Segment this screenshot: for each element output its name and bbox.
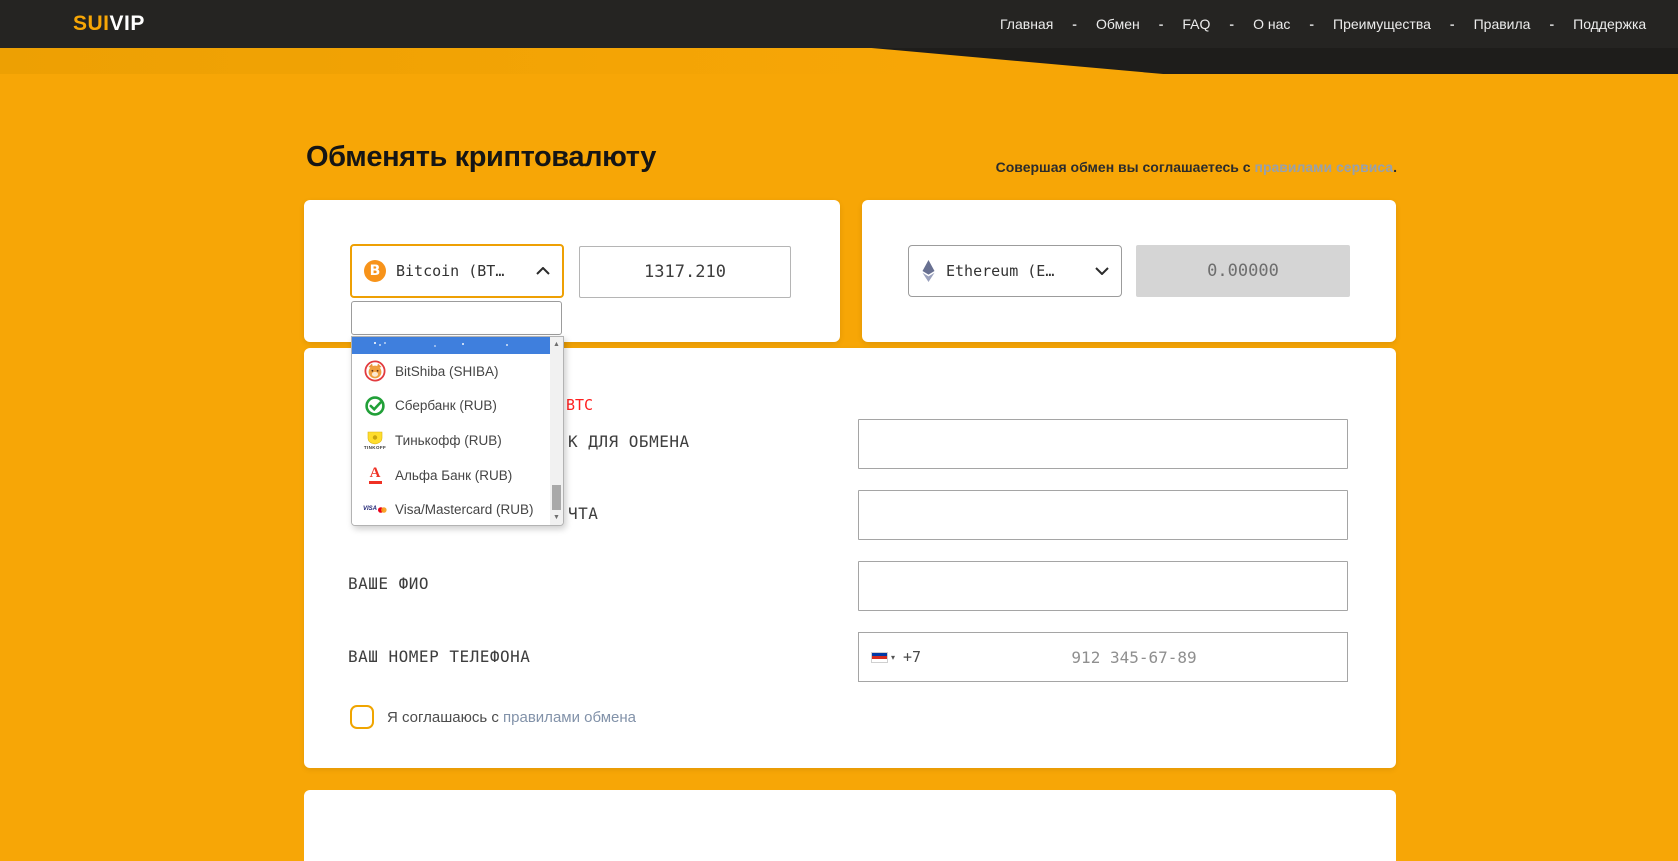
fullname-label: ВАШЕ ФИО — [348, 574, 430, 593]
nav-separator: - — [1549, 16, 1555, 32]
main-nav: Главная - Обмен - FAQ - О нас - Преимуще… — [1000, 0, 1646, 48]
logo-part-orange: SUI — [73, 12, 110, 35]
nav-separator: - — [1449, 16, 1455, 32]
wallet-label-fragment: К ДЛЯ ОБМЕНА — [568, 432, 690, 451]
to-currency-select[interactable]: Ethereum (E… — [908, 245, 1122, 297]
currency-option-label: Альфа Банк (RUB) — [395, 467, 513, 483]
country-selector[interactable]: ▾ — [871, 651, 896, 663]
email-label-fragment: ЧТА — [568, 504, 599, 523]
exchange-to-card: Ethereum (E… — [862, 200, 1396, 342]
nav-item-exchange[interactable]: Обмен — [1096, 16, 1140, 32]
email-input[interactable] — [858, 490, 1348, 540]
nav-item-rules[interactable]: Правила — [1474, 16, 1531, 32]
bitshiba-icon — [363, 358, 387, 384]
scrollbar-thumb[interactable] — [552, 485, 561, 510]
nav-item-support[interactable]: Поддержка — [1573, 16, 1646, 32]
scrollbar-down-icon[interactable]: ▼ — [550, 510, 563, 525]
nav-separator: - — [1229, 16, 1235, 32]
page-title: Обменять криптовалюту — [306, 141, 656, 173]
currency-option-visa-mastercard[interactable]: VISA Visa/Mastercard (RUB) — [352, 492, 550, 525]
service-rules-note: Совершая обмен вы соглашаетесь с правила… — [900, 159, 1397, 175]
phone-input[interactable] — [921, 633, 1347, 681]
currency-option-sberbank[interactable]: Сбербанк (RUB) — [352, 388, 550, 424]
from-currency-label: Bitcoin (BT… — [396, 262, 505, 280]
service-rules-text: Совершая обмен вы соглашаетесь с — [995, 159, 1255, 175]
to-amount-output — [1136, 245, 1350, 297]
tinkoff-icon-caption: TINKOFF — [363, 444, 387, 450]
tinkoff-icon: TINKOFF — [363, 427, 387, 453]
nav-separator: - — [1158, 16, 1164, 32]
nav-item-advantages[interactable]: Преимущества — [1333, 16, 1431, 32]
agree-checkbox-label: Я соглашаюсь с правилами обмена — [387, 709, 636, 726]
scrollbar-up-icon[interactable]: ▲ — [550, 337, 563, 352]
from-currency-select[interactable]: B Bitcoin (BT… — [350, 244, 564, 298]
currency-option-rows: BitShiba (SHIBA) Сбербанк (RUB) TINKOFF … — [352, 337, 550, 525]
agree-text: Я соглашаюсь с — [387, 708, 504, 726]
service-rules-period: . — [1393, 159, 1397, 175]
bitcoin-icon: B — [364, 260, 386, 282]
site-logo[interactable]: SUIVIP — [73, 12, 145, 36]
nav-item-faq[interactable]: FAQ — [1182, 16, 1210, 32]
to-currency-label: Ethereum (E… — [946, 262, 1055, 280]
agree-checkbox-row: Я соглашаюсь с правилами обмена — [350, 705, 636, 729]
currency-option-alfabank[interactable]: A Альфа Банк (RUB) — [352, 457, 550, 493]
nav-separator: - — [1309, 16, 1315, 32]
visa-mastercard-icon: VISA — [363, 497, 387, 523]
currency-option-selected-partial[interactable] — [352, 337, 550, 354]
chevron-down-icon — [1095, 267, 1109, 275]
flag-caret-icon: ▾ — [891, 652, 896, 662]
nav-item-about[interactable]: О нас — [1253, 16, 1290, 32]
min-amount-warning-fragment: BTC — [566, 396, 594, 414]
next-section-panel — [304, 790, 1396, 861]
currency-option-tinkoff[interactable]: TINKOFF Тинькофф (RUB) — [352, 423, 550, 458]
phone-country-code: +7 — [903, 648, 922, 666]
service-rules-link[interactable]: правилами сервиса — [1254, 159, 1393, 175]
currency-option-label: Visa/Mastercard (RUB) — [395, 502, 534, 518]
currency-dropdown: BitShiba (SHIBA) Сбербанк (RUB) TINKOFF … — [351, 301, 564, 526]
phone-input-group: ▾ +7 — [858, 632, 1348, 682]
alfabank-icon: A — [363, 462, 387, 488]
wallet-input[interactable] — [858, 419, 1348, 469]
sberbank-icon — [363, 393, 387, 419]
visa-word: VISA — [363, 506, 378, 513]
agree-checkbox[interactable] — [350, 705, 374, 729]
currency-dropdown-list: BitShiba (SHIBA) Сбербанк (RUB) TINKOFF … — [351, 336, 564, 526]
currency-option-label: Сбербанк (RUB) — [395, 398, 497, 414]
logo-part-white: VIP — [109, 12, 145, 35]
ethereum-icon — [921, 259, 936, 283]
nav-separator: - — [1072, 16, 1077, 32]
currency-option-bitshiba[interactable]: BitShiba (SHIBA) — [352, 354, 550, 389]
page: SUIVIP Главная - Обмен - FAQ - О нас - П… — [0, 0, 1678, 861]
currency-option-label: Тинькофф (RUB) — [395, 432, 502, 448]
fullname-input[interactable] — [858, 561, 1348, 611]
top-navigation-bar: SUIVIP Главная - Обмен - FAQ - О нас - П… — [0, 0, 1678, 48]
phone-label: ВАШ НОМЕР ТЕЛЕФОНА — [348, 647, 531, 666]
currency-search-input[interactable] — [351, 301, 562, 335]
russia-flag-icon — [871, 651, 888, 663]
nav-item-home[interactable]: Главная — [1000, 16, 1053, 32]
currency-option-label: BitShiba (SHIBA) — [395, 363, 499, 379]
chevron-up-icon — [536, 267, 550, 275]
exchange-rules-link[interactable]: правилами обмена — [503, 709, 636, 726]
from-amount-input[interactable] — [579, 246, 791, 298]
dropdown-scrollbar[interactable]: ▲ ▼ — [550, 337, 563, 525]
